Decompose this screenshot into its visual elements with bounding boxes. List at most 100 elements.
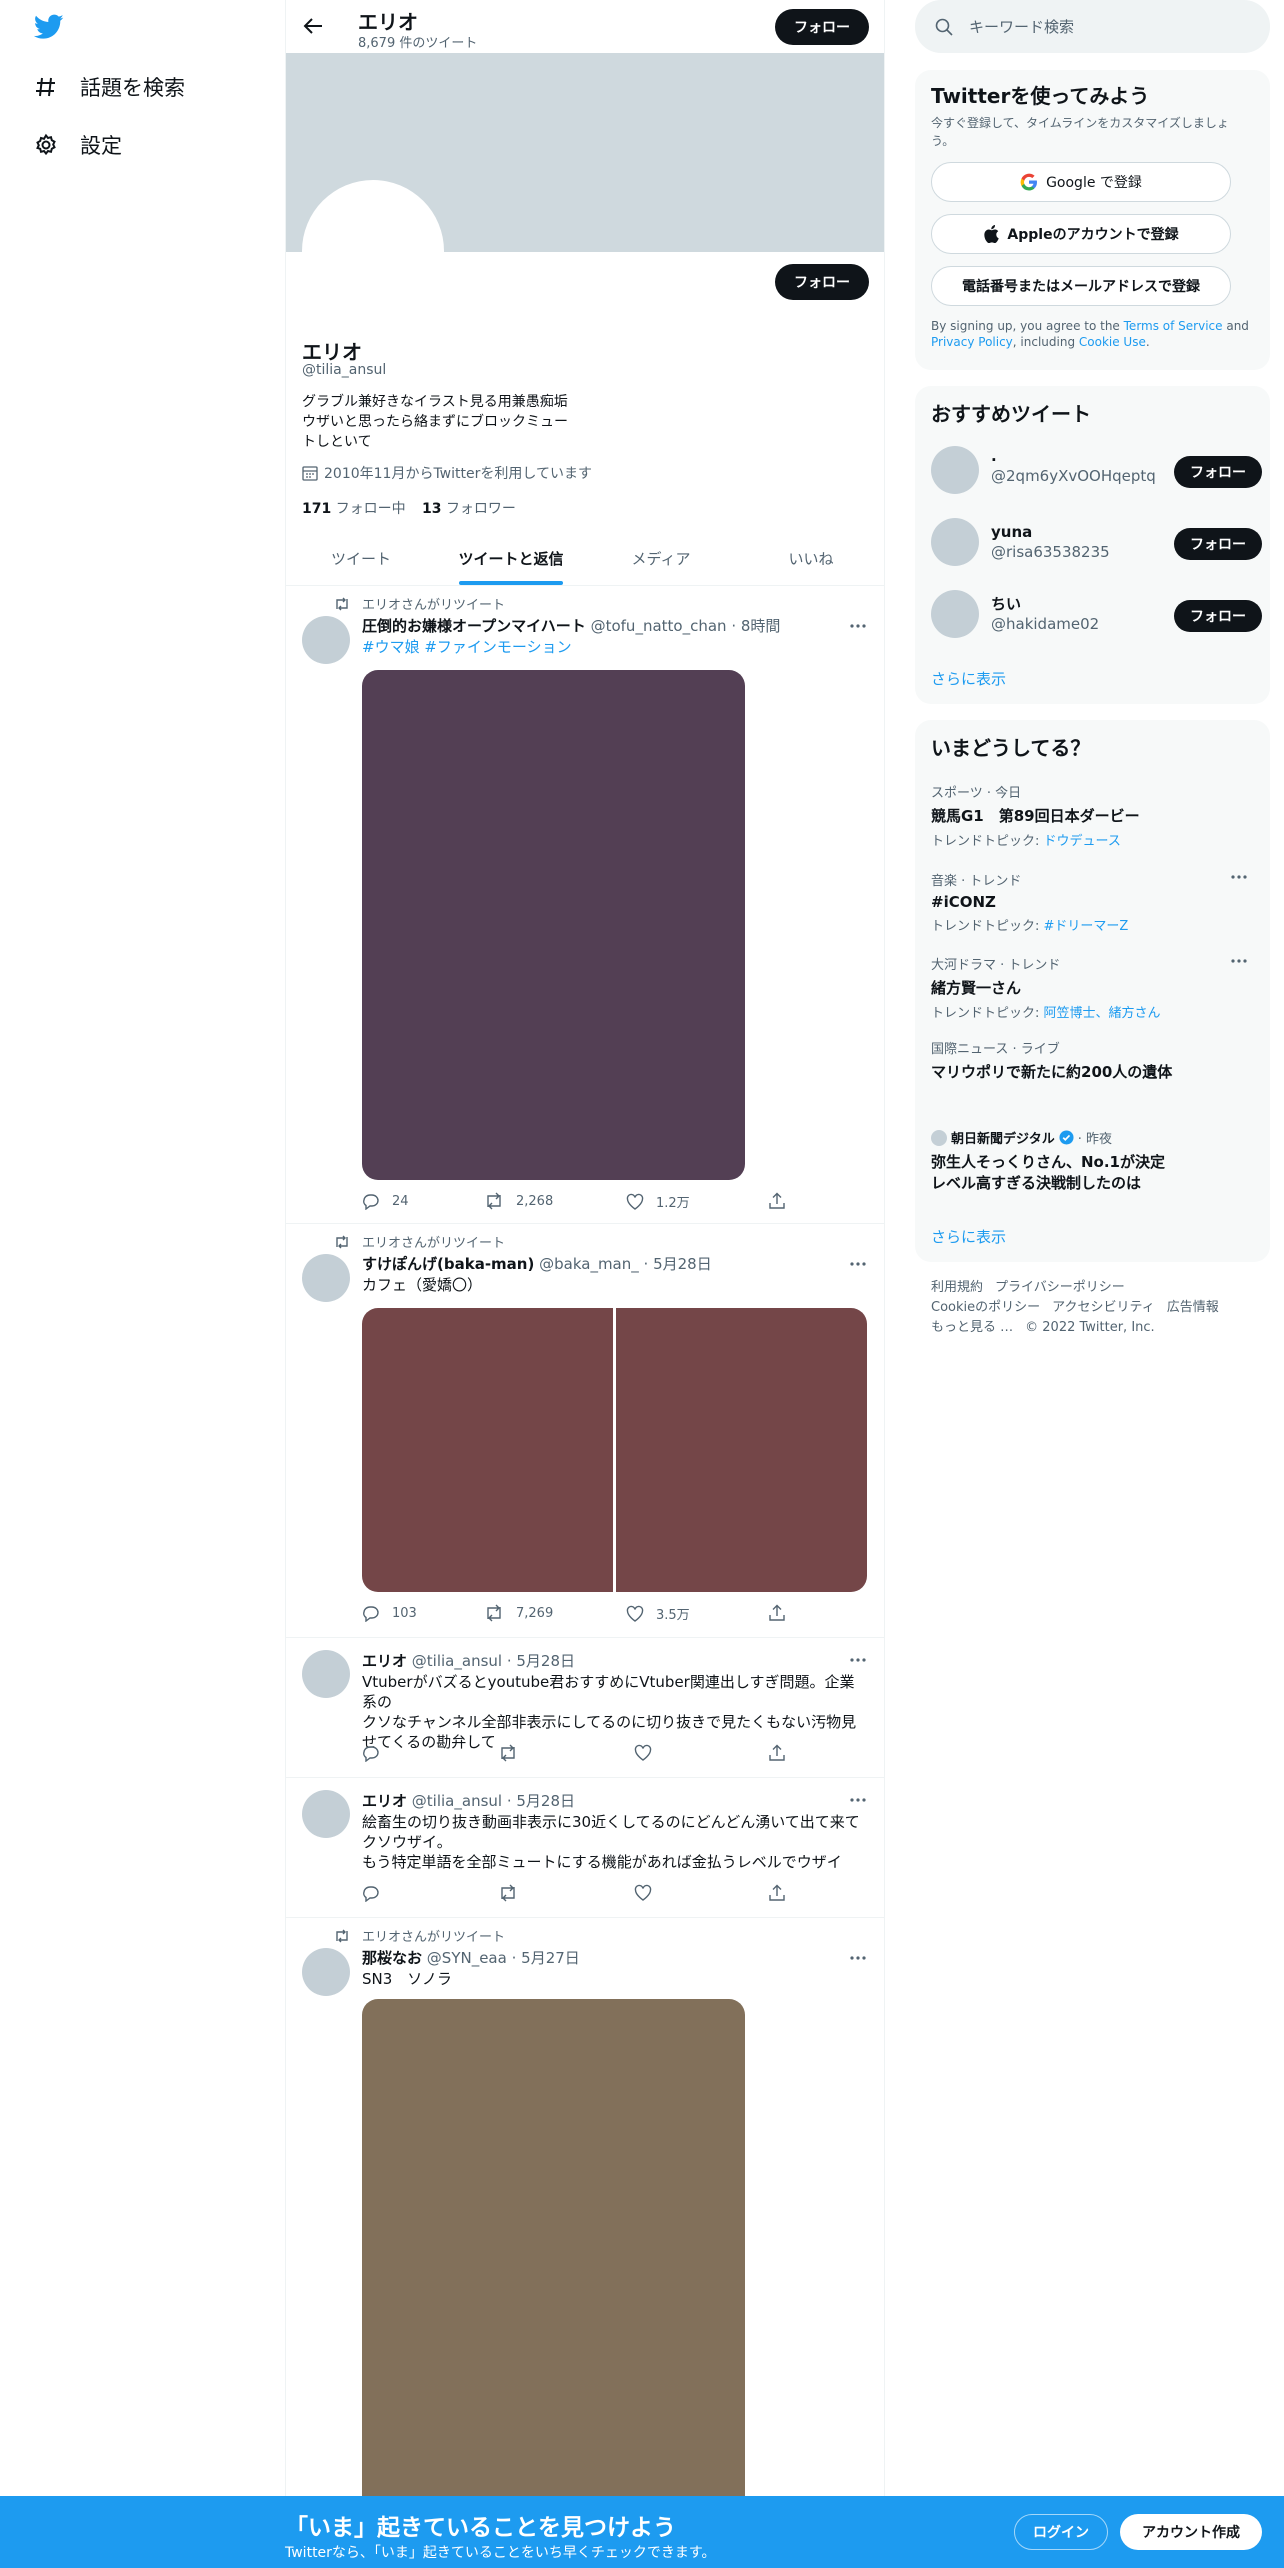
trends-show-more[interactable]: さらに表示 — [931, 1226, 1006, 1247]
trend-topic-link[interactable]: 阿笠博士、緒方さん — [1044, 1006, 1161, 1021]
author-name[interactable]: 那桜なお — [362, 1949, 422, 1967]
footer-terms-link[interactable]: 利用規約 — [931, 1280, 983, 1295]
author-name[interactable]: エリオ — [362, 1652, 407, 1670]
tweet[interactable]: エリオさんがリツイート 圧倒的お嫌様オープンマイハート @tofu_natto_… — [286, 586, 884, 1224]
header-follow-button[interactable]: フォロー — [775, 9, 869, 45]
suggestion-follow-button[interactable]: フォロー — [1174, 528, 1262, 560]
tab-media[interactable]: メディア — [586, 533, 736, 585]
author-name[interactable]: 圧倒的お嫌様オープンマイハート — [362, 617, 586, 635]
nav-settings[interactable]: 設定 — [34, 130, 122, 160]
like-button[interactable]: 3.5万 — [626, 1604, 690, 1623]
more-icon[interactable] — [848, 1790, 868, 1810]
author-handle[interactable]: @tilia_ansul — [412, 1792, 502, 1810]
profile-followers[interactable]: 13 フォロワー — [422, 498, 516, 518]
tweet[interactable]: エリオ @tilia_ansul · 5月28日 絵畜生の切り抜き動画非表示に3… — [286, 1778, 884, 1918]
suggestion-follow-button[interactable]: フォロー — [1174, 456, 1262, 488]
tweet-time[interactable]: · 5月27日 — [512, 1949, 580, 1967]
tweet[interactable]: エリオさんがリツイート すけぽんげ(baka-man) @baka_man_ ·… — [286, 1224, 884, 1638]
avatar[interactable] — [302, 1790, 350, 1838]
footer-accessibility-link[interactable]: アクセシビリティ — [1052, 1300, 1155, 1315]
nav-explore[interactable]: 話題を検索 — [34, 72, 185, 102]
tweet-time[interactable]: · 5月28日 — [507, 1792, 575, 1810]
reply-button[interactable] — [362, 1884, 380, 1902]
reply-button[interactable]: 103 — [362, 1604, 417, 1622]
author-name[interactable]: エリオ — [362, 1792, 407, 1810]
tweet-image[interactable] — [362, 670, 745, 1180]
tweet-image[interactable] — [362, 1999, 745, 2568]
cookie-link[interactable]: Cookie Use — [1079, 335, 1146, 349]
suggestion-follow-button[interactable]: フォロー — [1174, 600, 1262, 632]
avatar[interactable] — [302, 1650, 350, 1698]
avatar[interactable] — [302, 616, 350, 664]
share-button[interactable] — [768, 1192, 786, 1210]
more-icon[interactable] — [1229, 872, 1249, 882]
profile-avatar[interactable] — [302, 180, 444, 322]
trend-item[interactable]: 大河ドラマ · トレンド 緒方賢一さん トレンドトピック: 阿笠博士、緒方さん — [931, 954, 1261, 1021]
footer-cookie-link[interactable]: Cookieのポリシー — [931, 1300, 1040, 1315]
trend-topic-link[interactable]: #ドリーマーZ — [1044, 919, 1129, 934]
reply-button[interactable]: 24 — [362, 1192, 409, 1210]
trend-item[interactable]: 国際ニュース · ライブ マリウポリで新たに約200人の遺体 — [931, 1038, 1261, 1082]
create-account-button[interactable]: アカウント作成 — [1120, 2514, 1262, 2550]
suggestion-user[interactable]: yuna @risa63538235 — [991, 522, 1110, 562]
avatar[interactable] — [931, 518, 979, 566]
author-handle[interactable]: @tilia_ansul — [412, 1652, 502, 1670]
footer-more-link[interactable]: もっと見る … — [931, 1320, 1013, 1335]
terms-link[interactable]: Terms of Service — [1124, 319, 1223, 333]
google-signup-button[interactable]: Google で登録 — [931, 162, 1231, 202]
retweet-button[interactable]: 2,268 — [484, 1192, 553, 1210]
tweet-time[interactable]: · 5月28日 — [507, 1652, 575, 1670]
suggestion-user[interactable]: ちい @hakidame02 — [991, 594, 1099, 634]
suggestions-show-more[interactable]: さらに表示 — [931, 668, 1006, 689]
news-item[interactable]: 朝日新聞デジタル · 昨夜 弥生人そっくりさん、No.1が決定 レベル高すぎる決… — [931, 1128, 1261, 1193]
retweet-button[interactable] — [498, 1884, 518, 1902]
author-handle[interactable]: @baka_man_ — [539, 1255, 639, 1273]
reply-button[interactable] — [362, 1744, 380, 1762]
tweet-hashtags[interactable]: #ウマ娘 #ファインモーション — [362, 637, 862, 657]
search-box[interactable]: キーワード検索 — [915, 0, 1270, 53]
tweet[interactable]: エリオさんがリツイート 那桜なお @SYN_eaa · 5月27日 SN3 ソノ… — [286, 1918, 884, 2568]
author-handle[interactable]: @tofu_natto_chan — [591, 617, 727, 635]
suggestion-user[interactable]: . @2qm6yXvOOHqeptq — [991, 446, 1156, 486]
avatar[interactable] — [931, 446, 979, 494]
tab-tweets[interactable]: ツイート — [286, 533, 436, 585]
apple-signup-button[interactable]: Appleのアカウントで登録 — [931, 214, 1231, 254]
tweet[interactable]: エリオ @tilia_ansul · 5月28日 Vtuberがバズるとyout… — [286, 1638, 884, 1778]
login-button[interactable]: ログイン — [1014, 2514, 1108, 2550]
trend-topic-link[interactable]: ドウデュース — [1044, 834, 1121, 849]
share-button[interactable] — [768, 1884, 786, 1902]
like-button[interactable] — [634, 1884, 652, 1902]
more-icon[interactable] — [848, 1254, 868, 1274]
more-icon[interactable] — [1229, 956, 1249, 966]
trend-item[interactable]: 音楽 · トレンド #iCONZ トレンドトピック: #ドリーマーZ — [931, 870, 1261, 934]
more-icon[interactable] — [848, 1650, 868, 1670]
avatar[interactable] — [931, 590, 979, 638]
back-arrow-icon[interactable] — [302, 16, 324, 36]
profile-follow-button[interactable]: フォロー — [775, 264, 869, 300]
tab-tweets-and-replies[interactable]: ツイートと返信 — [436, 533, 586, 585]
retweet-button[interactable] — [498, 1744, 518, 1762]
trend-item[interactable]: スポーツ · 今日 競馬G1 第89回日本ダービー トレンドトピック: ドウデュ… — [931, 782, 1261, 849]
like-button[interactable] — [634, 1744, 652, 1762]
more-icon[interactable] — [848, 616, 868, 636]
avatar[interactable] — [302, 1254, 350, 1302]
share-button[interactable] — [768, 1744, 786, 1762]
footer-ads-link[interactable]: 広告情報 — [1167, 1300, 1219, 1315]
avatar[interactable] — [302, 1948, 350, 1996]
search-input[interactable]: キーワード検索 — [969, 16, 1074, 37]
tweet-time[interactable]: · 8時間 — [731, 617, 780, 635]
tweet-image[interactable] — [362, 1308, 613, 1592]
retweet-button[interactable]: 7,269 — [484, 1604, 553, 1622]
privacy-link[interactable]: Privacy Policy — [931, 335, 1013, 349]
tweet-time[interactable]: · 5月28日 — [644, 1255, 712, 1273]
share-button[interactable] — [768, 1604, 786, 1622]
more-icon[interactable] — [848, 1948, 868, 1968]
tab-likes[interactable]: いいね — [736, 533, 884, 585]
author-handle[interactable]: @SYN_eaa — [427, 1949, 507, 1967]
like-button[interactable]: 1.2万 — [626, 1192, 690, 1211]
author-name[interactable]: すけぽんげ(baka-man) — [362, 1255, 534, 1273]
phone-signup-button[interactable]: 電話番号またはメールアドレスで登録 — [931, 266, 1231, 306]
footer-privacy-link[interactable]: プライバシーポリシー — [995, 1280, 1125, 1295]
twitter-logo-icon[interactable] — [34, 14, 64, 40]
profile-following[interactable]: 171 フォロー中 — [302, 498, 406, 518]
